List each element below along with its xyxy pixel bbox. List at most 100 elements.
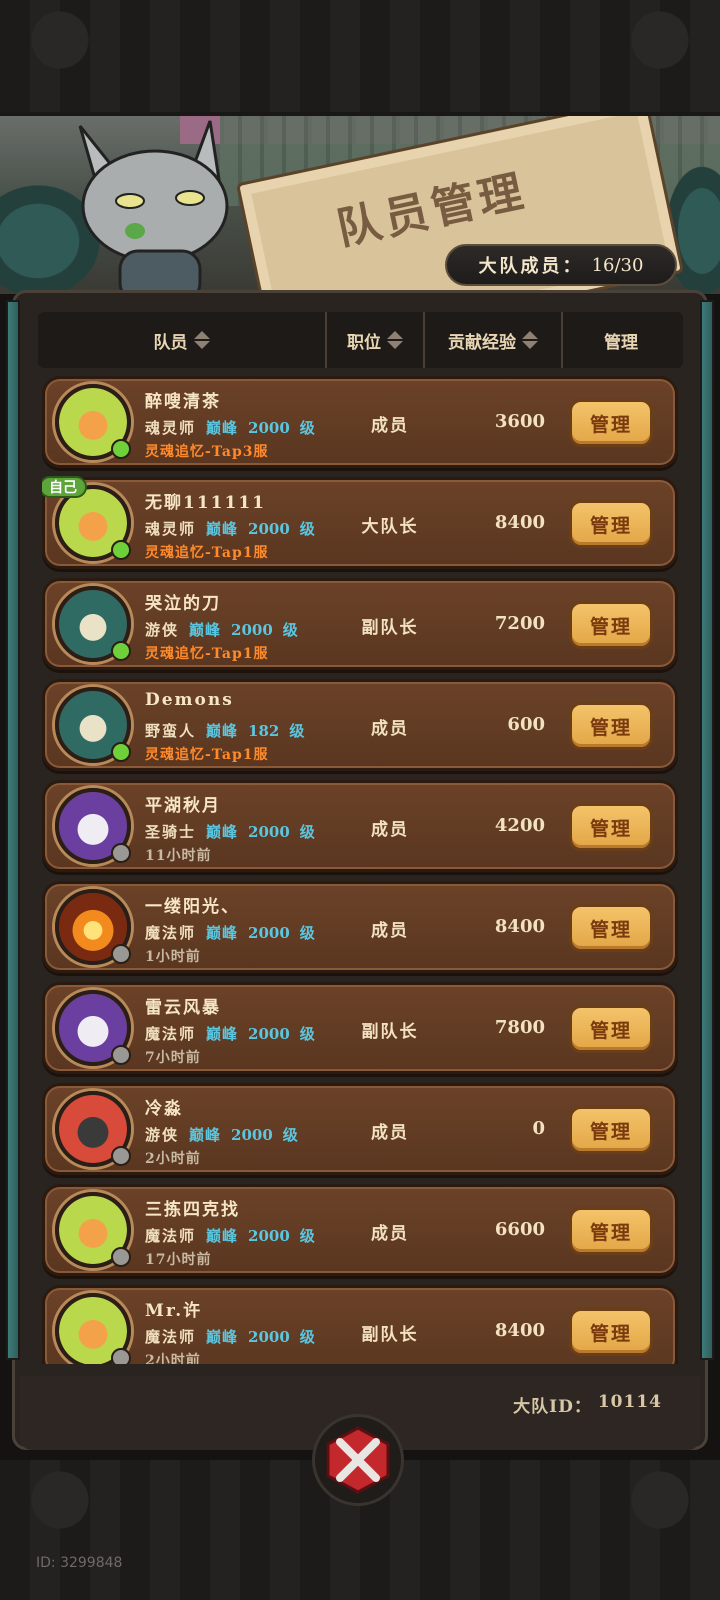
- class-line: 野蛮人 巅峰 182 级: [145, 720, 304, 741]
- member-row[interactable]: 平湖秋月 圣骑士 巅峰 2000 级 11小时前 成员 4200 管理: [42, 780, 678, 872]
- manage-button[interactable]: 管理: [569, 1308, 653, 1356]
- member-row[interactable]: 雷云风暴 魔法师 巅峰 2000 级 7小时前 副队长 7800 管理: [42, 982, 678, 1074]
- peak-label: 巅峰: [206, 1227, 239, 1245]
- sort-member-header[interactable]: 队员: [38, 312, 325, 368]
- member-role: 成员: [371, 820, 409, 840]
- peak-label: 巅峰: [189, 1126, 222, 1144]
- member-contribution: 6600: [494, 1219, 545, 1240]
- member-contribution: 7800: [494, 1017, 545, 1038]
- manage-button[interactable]: 管理: [569, 1207, 653, 1255]
- member-name: 醉嗖清茶: [145, 392, 221, 412]
- member-name: 一缕阳光、: [145, 897, 240, 917]
- member-row[interactable]: 醉嗖清茶 魂灵师 巅峰 2000 级灵魂追忆-Tap3服 成员 3600 管理: [42, 376, 678, 468]
- level-unit: 级: [299, 924, 315, 942]
- team-id-value: 10114: [597, 1392, 662, 1412]
- class-line: 圣骑士 巅峰 2000 级: [145, 821, 315, 842]
- member-class: 野蛮人: [145, 722, 197, 740]
- member-row[interactable]: 冷淼 游侠 巅峰 2000 级 2小时前 成员 0 管理: [42, 1083, 678, 1175]
- last-online: 11小时前: [145, 848, 212, 864]
- top-ornament: [0, 0, 720, 112]
- class-line: 魔法师 巅峰 2000 级: [145, 1225, 315, 1246]
- header-manage-label: 管理: [604, 332, 638, 353]
- peak-label: 巅峰: [206, 823, 239, 841]
- class-line: 魔法师 巅峰 2000 级: [145, 1023, 315, 1044]
- member-role: 成员: [371, 719, 409, 739]
- manage-button[interactable]: 管理: [569, 500, 653, 548]
- member-contribution: 7200: [494, 613, 545, 634]
- member-name: 平湖秋月: [145, 796, 221, 816]
- right-rail: [700, 300, 714, 1360]
- peak-label: 巅峰: [206, 722, 239, 740]
- offline-status-icon: [111, 843, 131, 863]
- member-row[interactable]: 一缕阳光、 魔法师 巅峰 2000 级 1小时前 成员 8400 管理: [42, 881, 678, 973]
- member-server: 灵魂追忆-Tap1服: [145, 545, 269, 561]
- member-list[interactable]: 醉嗖清茶 魂灵师 巅峰 2000 级灵魂追忆-Tap3服 成员 3600 管理 自己 无聊1111…: [42, 376, 678, 1364]
- offline-status-icon: [111, 1247, 131, 1267]
- member-class: 魂灵师: [145, 520, 197, 538]
- member-row[interactable]: Demons 野蛮人 巅峰 182 级灵魂追忆-Tap1服 成员 600 管理: [42, 679, 678, 771]
- member-row[interactable]: 哭泣的刀游侠 巅峰 2000 级灵魂追忆-Tap1服 副队长 7200 管理: [42, 578, 678, 670]
- close-button[interactable]: [312, 1414, 404, 1506]
- member-count-label: 大队成员：: [478, 256, 584, 277]
- member-server: 灵魂追忆-Tap3服: [145, 444, 269, 460]
- member-role: 成员: [371, 1224, 409, 1244]
- member-row[interactable]: 自己 无聊111111 魂灵师 巅峰 2000 级灵魂追忆-Tap1服 大队长 8400 管理: [42, 476, 678, 569]
- sort-arrows-icon: [387, 331, 403, 349]
- cat-mascot-icon: [78, 120, 229, 294]
- member-role: 成员: [371, 1123, 409, 1143]
- member-class: 魔法师: [145, 1227, 197, 1245]
- online-status-icon: [111, 439, 131, 459]
- member-class: 魂灵师: [145, 419, 197, 437]
- column-header: 队员 职位 贡献经验 管理: [38, 312, 683, 368]
- sort-arrows-icon: [193, 331, 210, 349]
- member-name: Mr.许: [145, 1301, 203, 1321]
- member-server: 灵魂追忆-Tap1服: [145, 747, 269, 763]
- member-name: 哭泣的刀: [145, 594, 221, 614]
- member-level: 182: [248, 722, 280, 740]
- member-class: 游侠: [145, 1126, 180, 1144]
- last-online: 1小时前: [145, 949, 201, 965]
- member-row[interactable]: 三拣四克找 魔法师 巅峰 2000 级 17小时前 成员 6600 管理: [42, 1184, 678, 1276]
- member-contribution: 8400: [494, 512, 545, 533]
- header-manage: 管理: [561, 312, 679, 368]
- member-count-value: 16/30: [591, 254, 644, 276]
- member-contribution: 600: [507, 714, 545, 735]
- member-server: 灵魂追忆-Tap1服: [145, 646, 269, 662]
- peak-label: 巅峰: [206, 419, 239, 437]
- member-level: 2000: [231, 621, 273, 639]
- class-line: 魔法师 巅峰 2000 级: [145, 1326, 315, 1347]
- sort-role-header[interactable]: 职位: [325, 312, 423, 368]
- member-name: 雷云风暴: [145, 998, 221, 1018]
- member-row[interactable]: Mr.许 魔法师 巅峰 2000 级 2小时前 副队长 8400 管理: [42, 1285, 678, 1364]
- level-unit: 级: [299, 1227, 315, 1245]
- last-online: 17小时前: [145, 1252, 212, 1268]
- member-level: 2000: [248, 823, 290, 841]
- sort-contribution-header[interactable]: 贡献经验: [423, 312, 561, 368]
- manage-button[interactable]: 管理: [569, 803, 653, 851]
- manage-button[interactable]: 管理: [569, 399, 653, 447]
- member-role: 成员: [371, 416, 409, 436]
- member-class: 魔法师: [145, 1025, 197, 1043]
- peak-label: 巅峰: [206, 924, 239, 942]
- class-line: 游侠 巅峰 2000 级: [145, 619, 298, 640]
- online-status-icon: [111, 641, 131, 661]
- manage-button[interactable]: 管理: [569, 1106, 653, 1154]
- member-role: 副队长: [361, 618, 419, 638]
- close-icon: [326, 1426, 390, 1494]
- member-level: 2000: [248, 419, 290, 437]
- member-level: 2000: [248, 520, 290, 538]
- manage-button[interactable]: 管理: [569, 702, 653, 750]
- online-status-icon: [111, 540, 131, 560]
- header-role-label: 职位: [347, 332, 381, 353]
- last-online: 2小时前: [145, 1353, 201, 1364]
- manage-button[interactable]: 管理: [569, 1005, 653, 1053]
- level-unit: 级: [299, 520, 315, 538]
- member-contribution: 0: [532, 1118, 545, 1139]
- member-role: 副队长: [361, 1325, 419, 1345]
- manage-button[interactable]: 管理: [569, 601, 653, 649]
- manage-button[interactable]: 管理: [569, 904, 653, 952]
- level-unit: 级: [299, 823, 315, 841]
- level-unit: 级: [299, 1328, 315, 1346]
- member-class: 游侠: [145, 621, 180, 639]
- peak-label: 巅峰: [206, 520, 239, 538]
